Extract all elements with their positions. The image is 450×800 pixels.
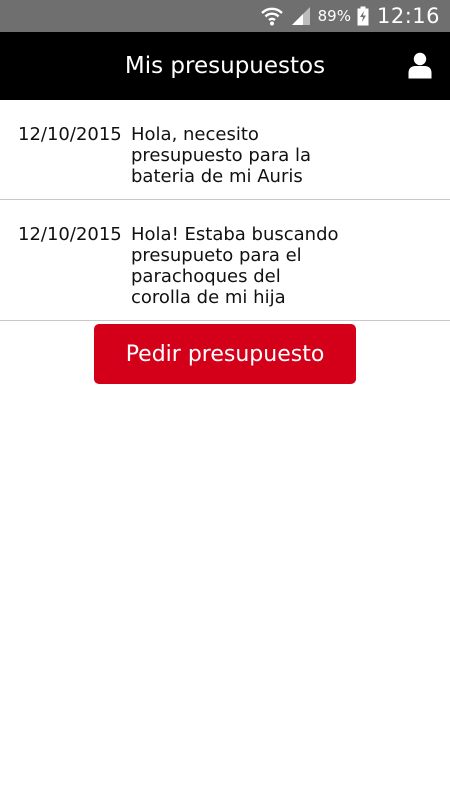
list-item[interactable]: 12/10/2015 Hola, necesito presupuesto pa…	[0, 100, 450, 200]
user-icon[interactable]	[406, 50, 434, 80]
page-title: Mis presupuestos	[124, 53, 326, 79]
quote-date: 12/10/2015	[18, 124, 122, 145]
list-item[interactable]: 12/10/2015 Hola! Estaba buscando presupu…	[0, 200, 450, 321]
quote-message: Hola! Estaba buscando presupueto para el…	[131, 224, 339, 308]
quote-list: 12/10/2015 Hola, necesito presupuesto pa…	[0, 100, 450, 321]
status-bar: 89% 12:16	[0, 0, 450, 32]
quote-message: Hola, necesito presupuesto para la bater…	[131, 124, 312, 187]
battery-charging-icon	[357, 6, 369, 26]
quote-date: 12/10/2015	[18, 224, 122, 245]
signal-icon	[290, 6, 312, 26]
wifi-icon	[260, 5, 284, 27]
app-bar: Mis presupuestos	[0, 32, 450, 100]
clock: 12:16	[376, 4, 440, 28]
request-quote-button[interactable]: Pedir presupuesto	[94, 324, 356, 384]
battery-percent: 89%	[317, 7, 351, 25]
